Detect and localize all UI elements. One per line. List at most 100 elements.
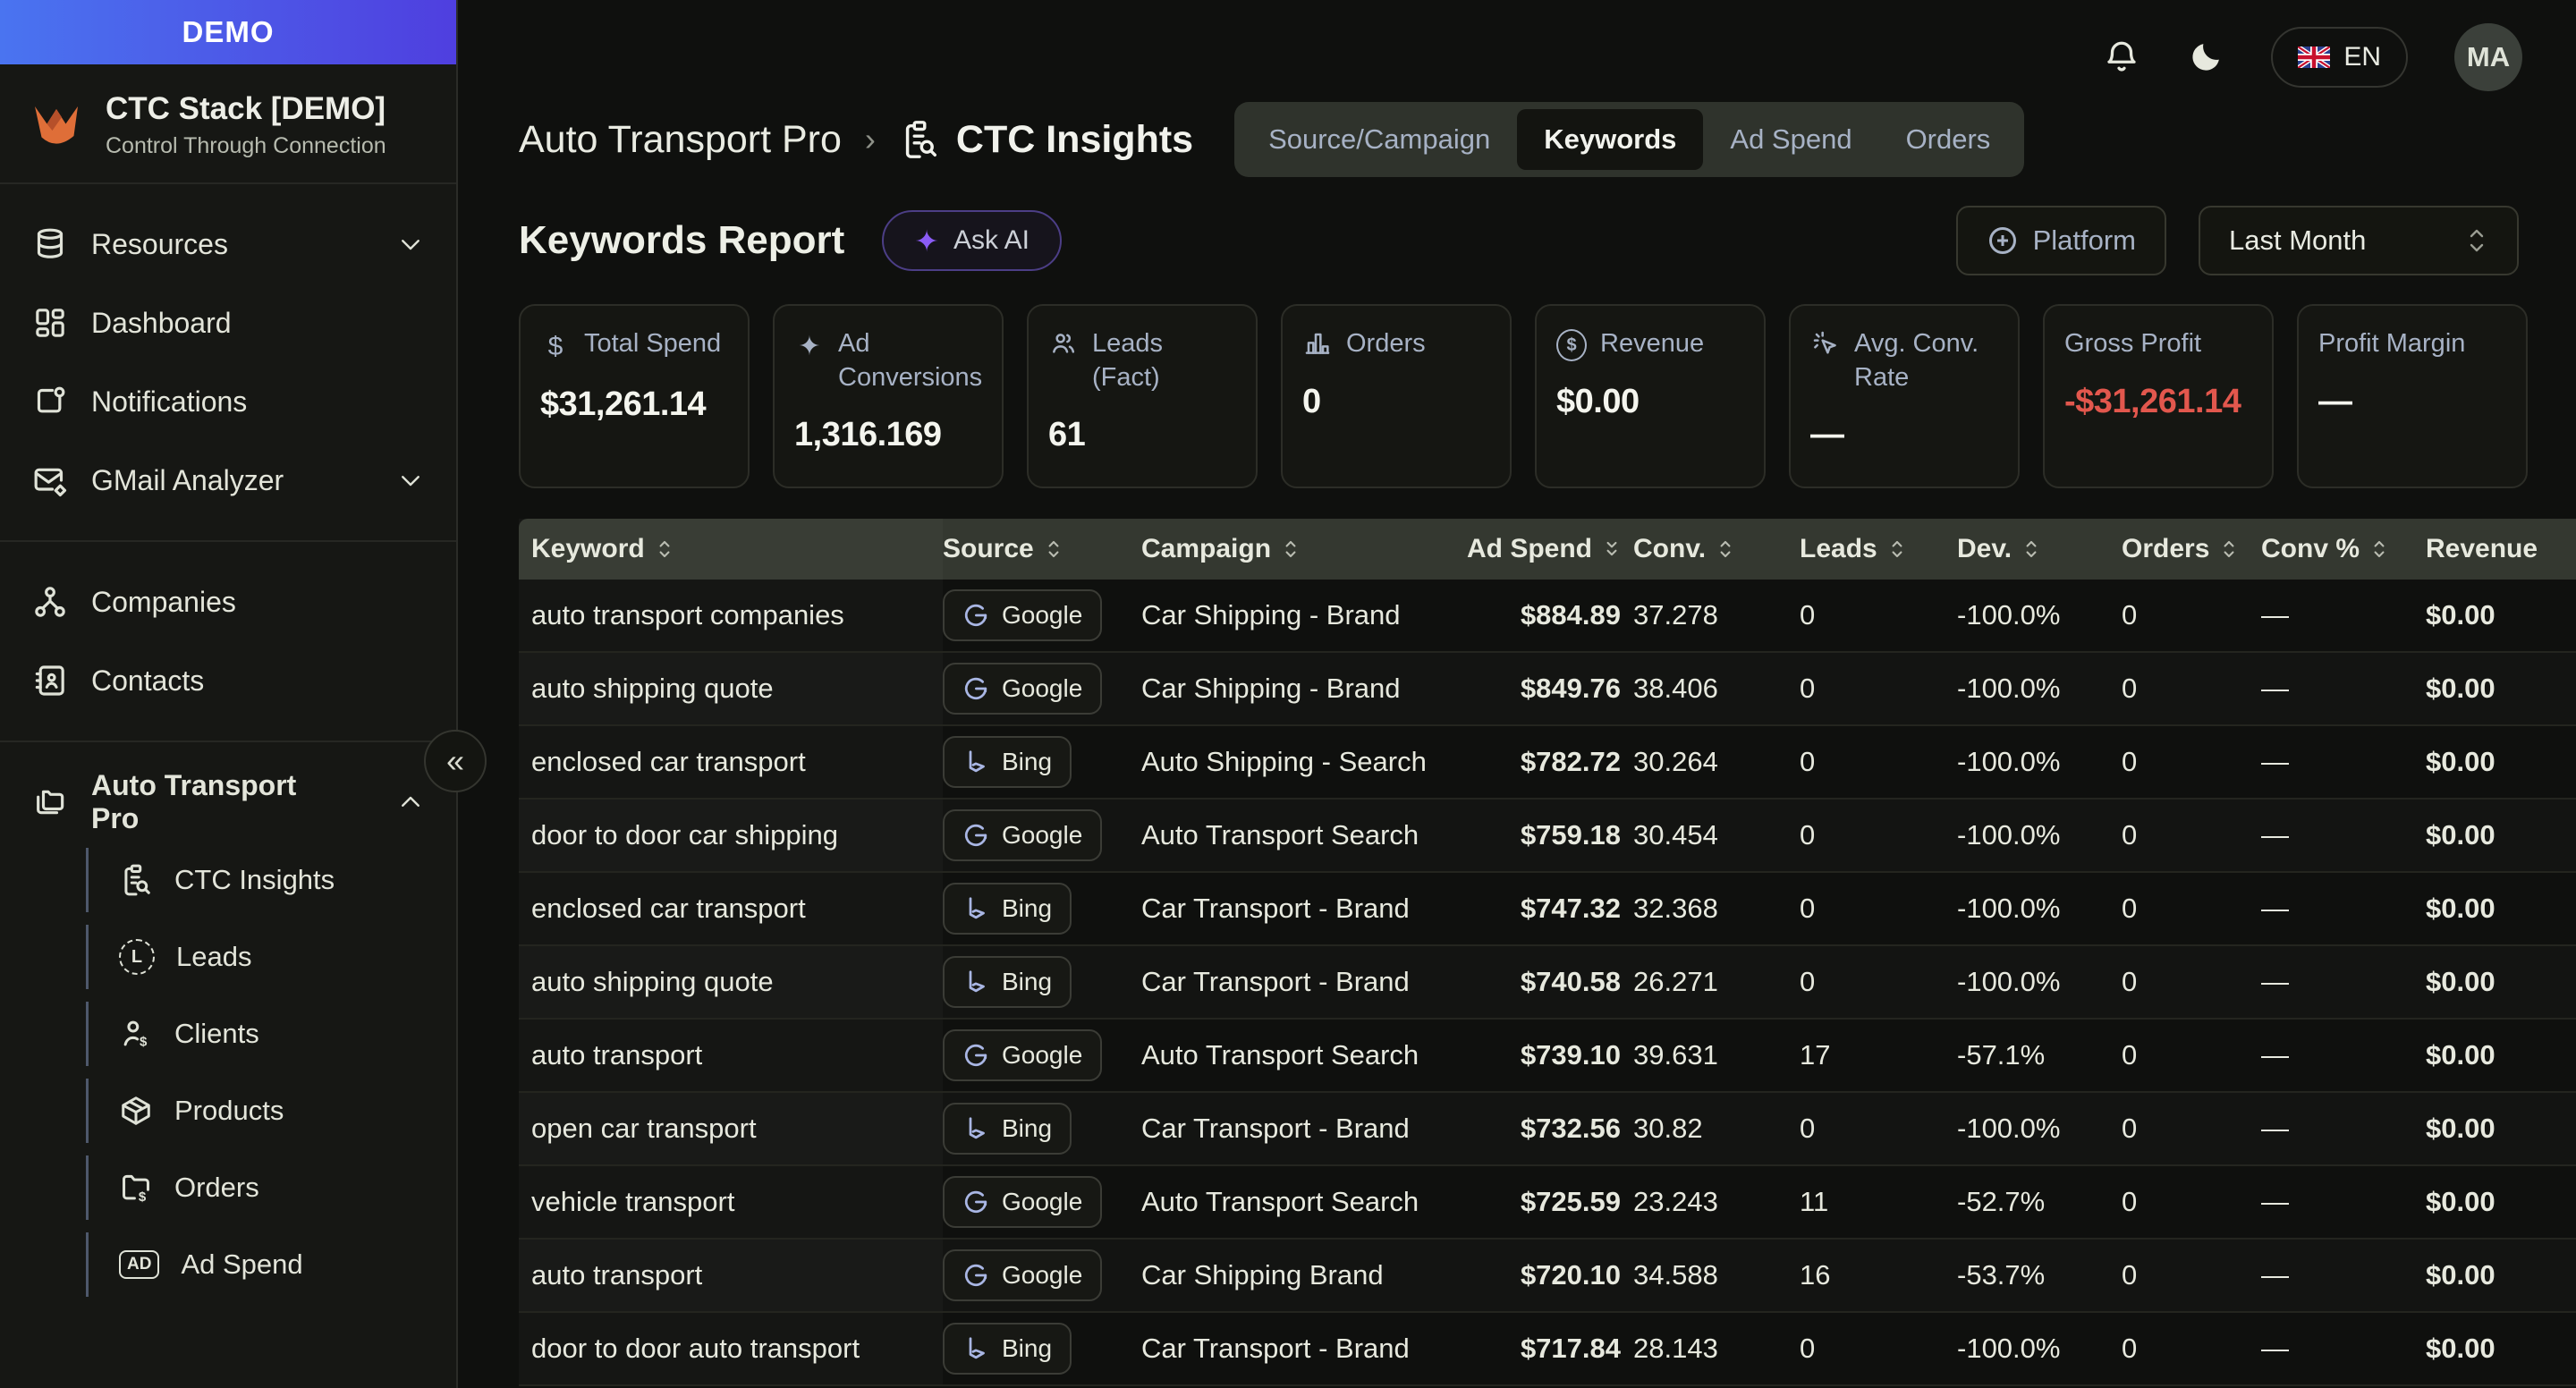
platform-filter-button[interactable]: Platform — [1956, 206, 2166, 275]
source-badge: Google — [943, 1029, 1102, 1081]
cell-conv-pct: — — [2249, 1313, 2413, 1384]
sidebar-item-companies[interactable]: Companies — [0, 569, 456, 635]
kpi-value: 0 — [1302, 383, 1490, 421]
sidebar-item-ad-spend[interactable]: AD Ad Spend — [86, 1232, 456, 1297]
sort-icon — [2220, 536, 2238, 563]
google-icon — [962, 1042, 989, 1069]
sidebar-item-notifications[interactable]: Notifications — [0, 368, 456, 435]
cell-leads: 0 — [1787, 1313, 1945, 1384]
table-row: vehicle transport Google Auto Transport … — [519, 1166, 2576, 1240]
source-badge: Bing — [943, 956, 1072, 1008]
cell-conv-pct: — — [2249, 800, 2413, 871]
kpi-label: Total Spend — [584, 327, 721, 364]
language-selector[interactable]: EN — [2271, 27, 2408, 88]
table-row: auto transport Google Car Shipping Brand… — [519, 1240, 2576, 1313]
ask-ai-button[interactable]: ✦ Ask AI — [882, 210, 1062, 271]
sidebar-collapse-button[interactable]: « — [424, 730, 487, 792]
sidebar-nav-project: Auto Transport Pro CTC Insights L Leads … — [0, 742, 456, 1333]
breadcrumb-project[interactable]: Auto Transport Pro — [519, 118, 842, 162]
kpi-label: Gross Profit — [2064, 327, 2201, 361]
source-label: Google — [1002, 1188, 1082, 1216]
cell-conv: 23.243 — [1621, 1166, 1787, 1238]
chevron-down-icon — [397, 467, 424, 494]
column-label: Campaign — [1141, 534, 1271, 564]
kpi-value: $31,261.14 — [540, 385, 728, 424]
kpi-header: $ Revenue — [1556, 327, 1744, 361]
period-select[interactable]: Last Month — [2199, 206, 2519, 275]
sort-icon — [1045, 536, 1063, 563]
source-badge: Bing — [943, 736, 1072, 788]
column-header-source[interactable]: Source — [943, 534, 1141, 564]
sidebar-item-label: Clients — [174, 1018, 259, 1050]
source-badge: Google — [943, 1249, 1102, 1301]
cell-keyword: enclosed car transport — [519, 726, 943, 798]
column-header-dev[interactable]: Dev. — [1945, 534, 2109, 564]
column-header-campaign[interactable]: Campaign — [1141, 534, 1460, 564]
sidebar-item-leads[interactable]: L Leads — [86, 925, 456, 989]
column-header-orders[interactable]: Orders — [2109, 534, 2249, 564]
sidebar-item-ctc-insights[interactable]: CTC Insights — [86, 848, 456, 912]
cell-dev: -100.0% — [1945, 946, 2109, 1018]
cell-ad-spend: $747.32 — [1460, 873, 1621, 944]
sidebar-item-label: CTC Insights — [174, 864, 335, 896]
tab-source-campaign[interactable]: Source/Campaign — [1241, 109, 1517, 170]
sidebar-item-orders[interactable]: $ Orders — [86, 1155, 456, 1220]
user-avatar[interactable]: MA — [2454, 23, 2522, 91]
tab-keywords[interactable]: Keywords — [1517, 109, 1703, 170]
column-label: Revenue — [2426, 534, 2538, 564]
cell-revenue: $0.00 — [2413, 1020, 2576, 1091]
column-header-leads[interactable]: Leads — [1787, 534, 1945, 564]
column-header-ad-spend[interactable]: Ad Spend — [1460, 534, 1621, 564]
kpi-label: Avg. Conv. Rate — [1854, 327, 1998, 394]
column-header-revenue[interactable]: Revenue — [2413, 534, 2576, 564]
cell-conv: 26.271 — [1621, 946, 1787, 1018]
cell-ad-spend: $782.72 — [1460, 726, 1621, 798]
sidebar-item-label: Products — [174, 1095, 284, 1127]
sidebar-item-gmail-analyzer[interactable]: GMail Analyzer — [0, 447, 456, 513]
sidebar-item-label: Ad Spend — [181, 1248, 302, 1281]
breadcrumb-page: CTC Insights — [899, 118, 1193, 162]
sidebar-item-resources[interactable]: Resources — [0, 211, 456, 277]
brand[interactable]: CTC Stack [DEMO] Control Through Connect… — [0, 64, 456, 182]
notifications-bell-button[interactable] — [2103, 38, 2140, 76]
bing-icon — [962, 969, 989, 995]
cell-conv-pct: — — [2249, 580, 2413, 651]
kpi-value: 61 — [1048, 416, 1236, 454]
column-header-keyword[interactable]: Keyword — [519, 519, 943, 580]
cell-ad-spend: $739.10 — [1460, 1020, 1621, 1091]
bell-icon — [2103, 38, 2140, 76]
cell-dev: -100.0% — [1945, 800, 2109, 871]
dashboard-icon — [32, 305, 68, 341]
language-code: EN — [2343, 42, 2381, 72]
cell-revenue: $0.00 — [2413, 800, 2576, 871]
sidebar-item-products[interactable]: Products — [86, 1079, 456, 1143]
sidebar-item-contacts[interactable]: Contacts — [0, 647, 456, 714]
cell-revenue: $0.00 — [2413, 1166, 2576, 1238]
sort-desc-icon — [1603, 536, 1621, 563]
cell-conv: 37.278 — [1621, 580, 1787, 651]
column-header-conv-pct[interactable]: Conv % — [2249, 534, 2413, 564]
breadcrumb-separator: › — [865, 121, 876, 158]
google-icon — [962, 1189, 989, 1215]
cell-dev: -100.0% — [1945, 1093, 2109, 1164]
column-header-conv[interactable]: Conv. — [1621, 534, 1787, 564]
sparkles-icon: ✦ — [914, 226, 939, 256]
sidebar-nav-crm: Companies Contacts — [0, 542, 456, 741]
sidebar-item-auto-transport-pro[interactable]: Auto Transport Pro — [0, 769, 456, 835]
cell-orders: 0 — [2109, 1166, 2249, 1238]
cell-keyword: door to door car shipping — [519, 800, 943, 871]
cell-conv-pct: — — [2249, 653, 2413, 724]
sidebar-nav-primary: Resources Dashboard Notifications GMail … — [0, 184, 456, 540]
sidebar-item-dashboard[interactable]: Dashboard — [0, 290, 456, 356]
google-icon — [962, 1262, 989, 1289]
kpi-leads-fact: Leads (Fact) 61 — [1027, 304, 1258, 488]
theme-toggle-button[interactable] — [2187, 38, 2224, 76]
table-header: Keyword Source Campaign Ad Spend Conv. L… — [519, 519, 2576, 580]
cell-revenue: $0.00 — [2413, 1313, 2576, 1384]
svg-text:$: $ — [140, 1034, 148, 1049]
sort-icon — [1716, 536, 1734, 563]
tab-ad-spend[interactable]: Ad Spend — [1703, 109, 1878, 170]
breadcrumb-page-label: CTC Insights — [956, 118, 1193, 162]
sidebar-item-clients[interactable]: $ Clients — [86, 1002, 456, 1066]
tab-orders[interactable]: Orders — [1879, 109, 2018, 170]
